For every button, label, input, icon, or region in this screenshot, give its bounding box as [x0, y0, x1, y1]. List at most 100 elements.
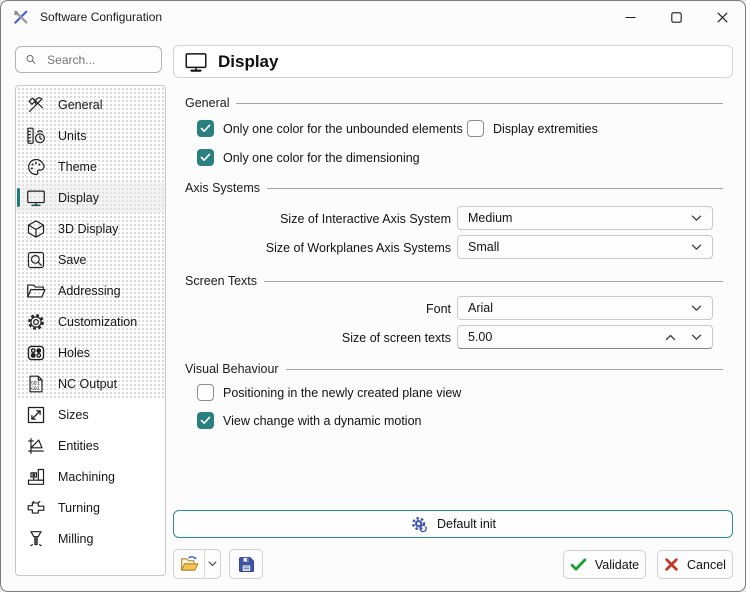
section-general-label: General	[185, 96, 229, 110]
workplanes-axis-size-select[interactable]: Small	[457, 235, 713, 259]
page-header: Display	[173, 45, 733, 78]
floppy-magnifier-icon	[23, 247, 49, 273]
checkbox-row-unbounded: Only one color for the unbounded element…	[197, 120, 463, 137]
sidebar-item-label: Machining	[58, 470, 115, 484]
checkbox-label: Only one color for the dimensioning	[223, 151, 420, 165]
sidebar-item-nc-output[interactable]: G01 G02 NC Output	[16, 368, 165, 399]
validate-button[interactable]: Validate	[563, 550, 646, 579]
sidebar-item-label: Theme	[58, 160, 97, 174]
checkbox-label: Only one color for the unbounded element…	[223, 122, 463, 136]
section-general: General	[185, 96, 723, 110]
sidebar-item-milling[interactable]: Milling	[16, 523, 165, 554]
chevron-down-icon	[691, 215, 702, 222]
open-folder-icon	[179, 554, 200, 575]
open-config-menu-arrow[interactable]	[205, 561, 220, 567]
maximize-button[interactable]	[653, 1, 699, 33]
default-init-label: Default init	[437, 517, 496, 531]
svg-text:G01: G01	[31, 380, 40, 386]
monitor-icon	[23, 185, 49, 211]
spinner-down-icon[interactable]	[691, 334, 702, 341]
software-configuration-window: Software Configuration	[0, 0, 746, 592]
section-visual-label: Visual Behaviour	[185, 362, 279, 376]
check-icon	[200, 153, 211, 162]
sidebar-item-label: Milling	[58, 532, 93, 546]
display-extremities-checkbox[interactable]	[467, 120, 484, 137]
checkbox-label: Positioning in the newly created plane v…	[223, 386, 461, 400]
cancel-label: Cancel	[687, 558, 726, 572]
section-visual-behaviour: Visual Behaviour	[185, 362, 723, 376]
save-config-button[interactable]	[229, 549, 263, 579]
checkbox-row-dimensioning: Only one color for the dimensioning	[197, 149, 420, 166]
sidebar-item-label: Units	[58, 129, 86, 143]
section-axis-label: Axis Systems	[185, 181, 260, 195]
close-button[interactable]	[699, 1, 745, 33]
checkbox-label: View change with a dynamic motion	[223, 414, 422, 428]
font-select[interactable]: Arial	[457, 296, 713, 320]
settings-category-list: General Units	[15, 85, 166, 576]
workplanes-axis-size-label: Size of Workplanes Axis Systems	[173, 241, 451, 255]
sidebar-item-turning[interactable]: Turning	[16, 492, 165, 523]
maximize-icon	[671, 12, 682, 23]
sidebar-search	[15, 46, 162, 73]
chevron-down-icon	[691, 305, 702, 312]
screen-text-size-spinner[interactable]: 5.00	[457, 325, 713, 349]
title-bar: Software Configuration	[1, 1, 745, 33]
interactive-axis-size-select[interactable]: Medium	[457, 206, 713, 230]
sidebar-item-machining[interactable]: Machining	[16, 461, 165, 492]
check-icon	[200, 124, 211, 133]
search-input[interactable]	[45, 52, 152, 68]
sidebar-item-save[interactable]: Save	[16, 244, 165, 275]
default-init-button[interactable]: Default init	[173, 510, 733, 538]
display-header-icon	[183, 49, 209, 75]
sidebar-item-display[interactable]: Display	[16, 182, 165, 213]
validate-check-icon	[570, 557, 587, 572]
tools-icon	[23, 92, 49, 118]
unbounded-elements-checkbox[interactable]	[197, 120, 214, 137]
gcode-document-icon: G01 G02	[23, 371, 49, 397]
checkbox-row-positioning: Positioning in the newly created plane v…	[197, 384, 461, 401]
gear-icon	[23, 309, 49, 335]
spinner-value: 5.00	[468, 330, 492, 344]
selected-indicator	[17, 188, 20, 207]
sidebar-item-sizes[interactable]: Sizes	[16, 399, 165, 430]
machine-icon	[23, 464, 49, 490]
diagonal-arrow-icon	[23, 402, 49, 428]
section-rule	[236, 103, 723, 104]
lathe-part-icon	[23, 495, 49, 521]
screen-text-size-label: Size of screen texts	[173, 331, 451, 345]
sidebar-item-entities[interactable]: Entities	[16, 430, 165, 461]
sidebar-item-general[interactable]: General	[16, 89, 165, 120]
checkbox-row-extremities: Display extremities	[467, 120, 598, 137]
sidebar-item-customization[interactable]: Customization	[16, 306, 165, 337]
section-rule	[264, 281, 723, 282]
sidebar-item-addressing[interactable]: Addressing	[16, 275, 165, 306]
ruler-stopwatch-icon	[23, 123, 49, 149]
open-config-split-button[interactable]	[173, 549, 221, 579]
sidebar-item-label: Holes	[58, 346, 90, 360]
holes-icon	[23, 340, 49, 366]
section-axis-systems: Axis Systems	[185, 181, 723, 195]
chevron-down-icon	[208, 561, 217, 567]
window-title: Software Configuration	[40, 10, 162, 24]
sidebar-item-theme[interactable]: Theme	[16, 151, 165, 182]
section-rule	[286, 369, 723, 370]
spinner-up-icon[interactable]	[665, 334, 676, 341]
section-rule	[267, 188, 723, 189]
cancel-button[interactable]: Cancel	[657, 550, 733, 579]
section-screen-texts-label: Screen Texts	[185, 274, 257, 288]
dynamic-motion-checkbox[interactable]	[197, 412, 214, 429]
positioning-plane-view-checkbox[interactable]	[197, 384, 214, 401]
sidebar-item-label: Save	[58, 253, 87, 267]
minimize-icon	[625, 12, 636, 23]
sidebar-item-label: Turning	[58, 501, 100, 515]
app-tools-icon	[12, 8, 30, 26]
search-icon	[25, 52, 37, 67]
open-folder-icon	[23, 278, 49, 304]
sidebar-item-3d-display[interactable]: 3D Display	[16, 213, 165, 244]
minimize-button[interactable]	[607, 1, 653, 33]
select-value: Medium	[468, 211, 512, 225]
dimensioning-checkbox[interactable]	[197, 149, 214, 166]
sidebar-item-holes[interactable]: Holes	[16, 337, 165, 368]
sidebar-item-label: Customization	[58, 315, 137, 329]
sidebar-item-units[interactable]: Units	[16, 120, 165, 151]
